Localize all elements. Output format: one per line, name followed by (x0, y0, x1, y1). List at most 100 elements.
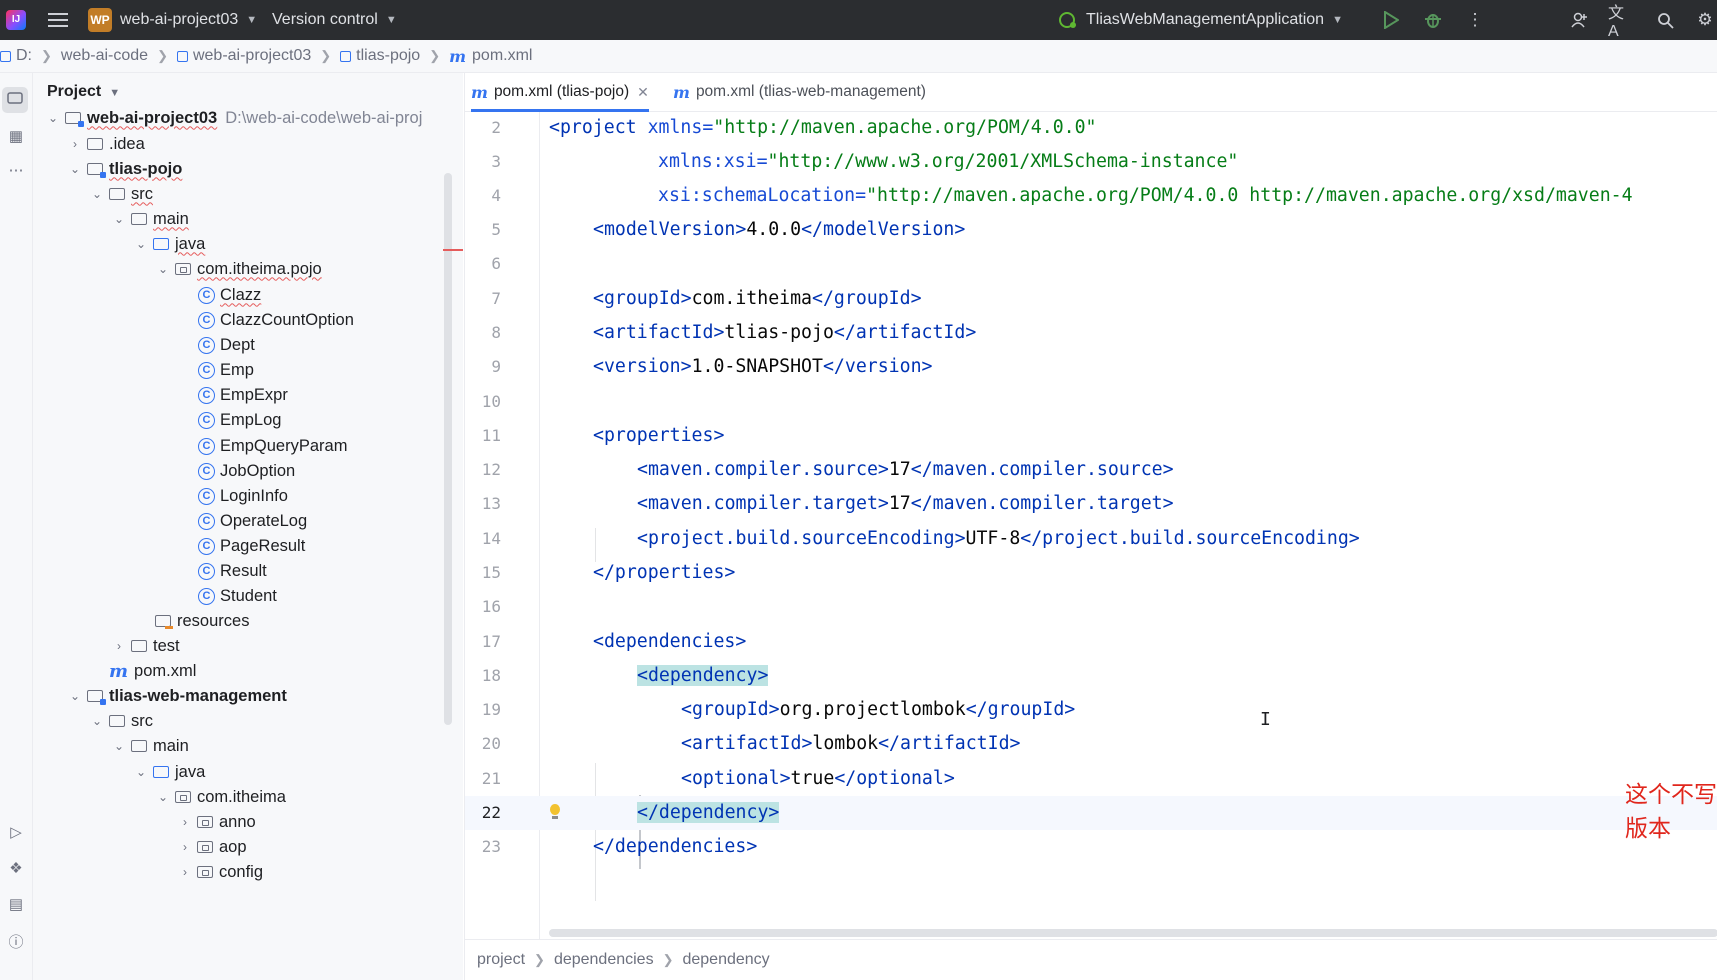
tree-item-test[interactable]: › test (33, 633, 180, 659)
tree-item-config[interactable]: › config (33, 859, 263, 885)
tree-item-com-itheima[interactable]: ⌄ com.itheima (33, 784, 286, 810)
code-line-8[interactable]: 8 <artifactId>tlias-pojo</artifactId> (465, 316, 1717, 350)
project-switcher[interactable]: WP web-ai-project03 ▼ (88, 0, 257, 40)
code-line-12[interactable]: 12 <maven.compiler.source>17</maven.comp… (465, 453, 1717, 487)
chevron-down-icon[interactable]: ⌄ (155, 262, 171, 276)
code-line-14[interactable]: 14 <project.build.sourceEncoding>UTF-8</… (465, 522, 1717, 556)
vcs-widget[interactable]: Version control ▼ (272, 0, 397, 40)
crumb-dependencies[interactable]: dependencies (554, 951, 654, 969)
tree-item-class-joboption[interactable]: C JobOption (33, 458, 295, 484)
tab-pom-tlias-pojo[interactable]: m pom.xml (tlias-pojo) ✕ (471, 73, 649, 112)
code-line-10[interactable]: 10 (465, 385, 1717, 419)
chevron-down-icon[interactable]: ⌄ (45, 111, 61, 125)
tree-item-com-itheima-pojo[interactable]: ⌄ com.itheima.pojo (33, 256, 322, 282)
code-line-2[interactable]: 2 <project xmlns="http://maven.apache.or… (465, 111, 1717, 145)
tree-item-main[interactable]: ⌄ main (33, 206, 189, 232)
crumb-dependency[interactable]: dependency (682, 951, 769, 969)
code-line-18[interactable]: 18 <dependency> (465, 659, 1717, 693)
tree-item-aop[interactable]: › aop (33, 834, 247, 860)
tree-item-class-student[interactable]: C Student (33, 583, 277, 609)
chevron-right-icon[interactable]: › (111, 639, 127, 653)
terminal-tool-button[interactable]: ▤ (0, 895, 32, 913)
chevron-right-icon[interactable]: › (177, 865, 193, 879)
close-icon[interactable]: ✕ (637, 84, 649, 101)
chevron-down-icon[interactable]: ⌄ (67, 689, 83, 703)
tree-item-main-2[interactable]: ⌄ main (33, 733, 189, 759)
breadcrumb-module[interactable]: tlias-pojo ❯ (340, 47, 449, 65)
chevron-down-icon[interactable]: ⌄ (133, 237, 149, 251)
tree-item-java-2[interactable]: ⌄ java (33, 759, 205, 785)
chevron-down-icon[interactable]: ⌄ (111, 739, 127, 753)
tree-item-class-pageresult[interactable]: C PageResult (33, 533, 305, 559)
tab-pom-tlias-web-management[interactable]: m pom.xml (tlias-web-management) (673, 73, 926, 111)
tree-item-tlias-web-management[interactable]: ⌄ tlias-web-management (33, 683, 287, 709)
translate-button[interactable]: 文A (1608, 0, 1634, 40)
breadcrumb-file[interactable]: m pom.xml (449, 47, 532, 66)
code-line-7[interactable]: 7 <groupId>com.itheima</groupId> (465, 282, 1717, 316)
more-actions-button[interactable]: ⋮ (1462, 0, 1488, 40)
project-view-selector[interactable]: Project ▼ (47, 83, 120, 101)
run-config-selector[interactable]: TliasWebManagementApplication ▼ (1058, 0, 1343, 40)
debug-button[interactable] (1420, 0, 1446, 40)
tree-item-tlias-pojo[interactable]: ⌄ tlias-pojo (33, 156, 182, 182)
code-line-15[interactable]: 15 </properties> (465, 556, 1717, 590)
code-line-23[interactable]: 23 </dependencies> (465, 830, 1717, 864)
tree-item-class-clazzcountoption[interactable]: C ClazzCountOption (33, 307, 354, 333)
settings-button[interactable]: ⚙ (1692, 0, 1717, 40)
tree-item-anno[interactable]: › anno (33, 809, 256, 835)
crumb-project[interactable]: project (477, 951, 525, 969)
tree-item-class-empqueryparam[interactable]: C EmpQueryParam (33, 433, 347, 459)
chevron-down-icon[interactable]: ⌄ (133, 765, 149, 779)
tree-item-class-logininfo[interactable]: C LoginInfo (33, 483, 288, 509)
tree-item-resources[interactable]: resources (33, 608, 249, 634)
main-menu-button[interactable] (48, 0, 74, 40)
tree-item-idea[interactable]: › .idea (33, 131, 145, 157)
services-tool-button[interactable]: ▷ (0, 823, 32, 841)
tree-item-class-emp[interactable]: C Emp (33, 357, 254, 383)
editor-horizontal-scrollbar[interactable] (549, 929, 1717, 937)
tree-item-pom-xml[interactable]: m pom.xml (33, 658, 196, 684)
breadcrumb-drive[interactable]: D: ❯ (0, 47, 61, 65)
tree-item-class-dept[interactable]: C Dept (33, 332, 255, 358)
code-line-20[interactable]: 20 <artifactId>lombok</artifactId> (465, 727, 1717, 761)
project-panel-scrollbar[interactable] (444, 173, 452, 725)
code-line-11[interactable]: 11 <properties> (465, 419, 1717, 453)
chevron-down-icon[interactable]: ⌄ (67, 162, 83, 176)
breadcrumb-project[interactable]: web-ai-project03 ❯ (176, 47, 340, 65)
code-line-9[interactable]: 9 <version>1.0-SNAPSHOT</version> (465, 350, 1717, 384)
chevron-down-icon[interactable]: ⌄ (111, 212, 127, 226)
code-line-4[interactable]: 4 xsi:schemaLocation="http://maven.apach… (465, 179, 1717, 213)
add-user-button[interactable] (1566, 0, 1592, 40)
tree-item-web-ai-project03[interactable]: ⌄ web-ai-project03 D:\web-ai-code\web-ai… (33, 105, 422, 131)
code-line-17[interactable]: 17 <dependencies> (465, 625, 1717, 659)
tree-item-src-2[interactable]: ⌄ src (33, 708, 153, 734)
tree-item-class-empexpr[interactable]: C EmpExpr (33, 382, 288, 408)
breadcrumb-web-ai-code[interactable]: web-ai-code ❯ (61, 47, 177, 65)
tree-item-class-result[interactable]: C Result (33, 558, 267, 584)
code-line-3[interactable]: 3 xmlns:xsi="http://www.w3.org/2001/XMLS… (465, 145, 1717, 179)
code-line-19[interactable]: 19 <groupId>org.projectlombok</groupId> (465, 693, 1717, 727)
code-line-5[interactable]: 5 <modelVersion>4.0.0</modelVersion> (465, 213, 1717, 247)
ide-logo-icon[interactable]: IJ (4, 0, 28, 40)
problems-tool-button[interactable]: ⓘ (0, 931, 32, 952)
tree-item-class-operatelog[interactable]: C OperateLog (33, 508, 307, 534)
code-line-16[interactable]: 16 (465, 590, 1717, 624)
code-line-21[interactable]: 21 <optional>true</optional> (465, 762, 1717, 796)
chevron-down-icon[interactable]: ⌄ (89, 714, 105, 728)
chevron-down-icon[interactable]: ⌄ (89, 187, 105, 201)
code-line-6[interactable]: 6 (465, 247, 1717, 281)
run-button[interactable] (1378, 0, 1404, 40)
structure-tool-button[interactable]: ▦ (0, 127, 32, 145)
more-tools-button[interactable]: ⋯ (0, 161, 32, 179)
tree-item-java[interactable]: ⌄ java (33, 231, 205, 257)
chevron-right-icon[interactable]: › (67, 137, 83, 151)
code-line-13[interactable]: 13 <maven.compiler.target>17</maven.comp… (465, 487, 1717, 521)
code-line-22[interactable]: 22 </dependency> (465, 796, 1717, 830)
project-tool-button[interactable] (2, 87, 28, 113)
chevron-right-icon[interactable]: › (177, 815, 193, 829)
chevron-down-icon[interactable]: ⌄ (155, 790, 171, 804)
chevron-right-icon[interactable]: › (177, 840, 193, 854)
tree-item-class-clazz[interactable]: C Clazz (33, 282, 261, 308)
build-tool-button[interactable]: ❖ (0, 859, 32, 877)
tree-item-src[interactable]: ⌄ src (33, 181, 153, 207)
